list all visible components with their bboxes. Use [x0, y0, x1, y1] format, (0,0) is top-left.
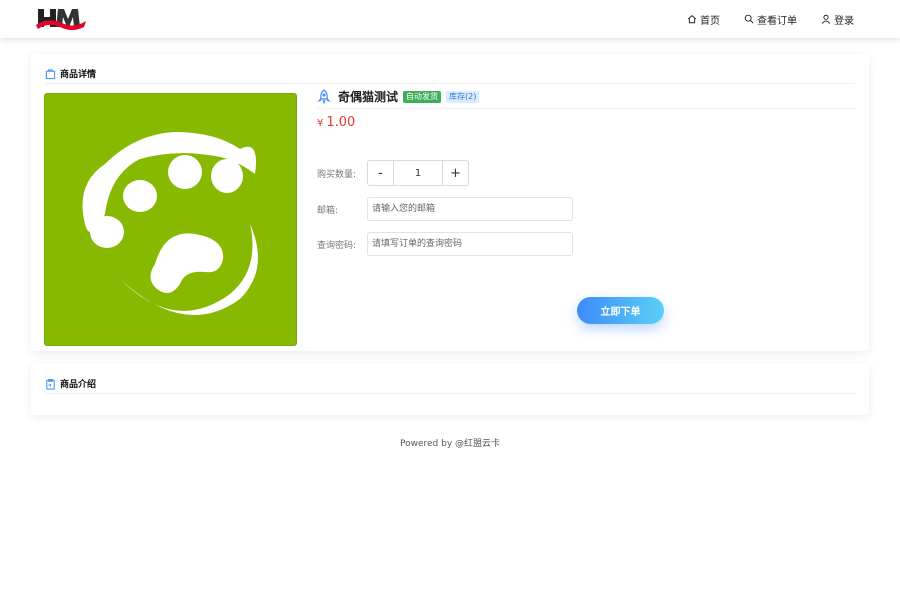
page-body: 商品详情 奇偶猫测试 自动发货 库存(2) ¥ 1.00 购买数量: - 1 +…	[0, 38, 900, 600]
product-price: ¥1.00	[317, 114, 857, 132]
clipboard-icon	[46, 378, 55, 390]
product-title-row: 奇偶猫测试 自动发货 库存(2)	[317, 87, 857, 109]
nav-orders[interactable]: 查看订单	[744, 12, 797, 27]
email-label: 邮箱:	[317, 205, 339, 216]
nav-home-label: 首页	[700, 15, 720, 27]
product-detail-card: 商品详情 奇偶猫测试 自动发货 库存(2) ¥ 1.00 购买数量: - 1 +…	[31, 54, 869, 351]
quantity-plus-button[interactable]: +	[442, 161, 468, 185]
paw-logo-icon	[82, 132, 258, 315]
nav-login[interactable]: 登录	[821, 12, 854, 27]
auto-delivery-badge: 自动发货	[403, 90, 442, 103]
product-info: 奇偶猫测试 自动发货 库存(2) ¥1.00 购买数量: - + 邮箱:	[317, 87, 857, 324]
detail-section-title: 商品详情	[60, 70, 97, 80]
buy-now-button[interactable]: 立即下单	[577, 297, 664, 324]
nav-orders-label: 查看订单	[757, 15, 797, 27]
logo[interactable]	[36, 5, 86, 33]
currency-symbol: ¥	[317, 118, 324, 129]
quantity-stepper: - +	[367, 160, 469, 186]
home-icon	[687, 15, 697, 24]
quantity-input[interactable]	[394, 161, 442, 185]
intro-section-header: 商品介绍	[45, 374, 855, 394]
email-row: 邮箱:	[317, 197, 573, 221]
nav-home[interactable]: 首页	[687, 12, 720, 27]
nav-login-label: 登录	[834, 15, 854, 27]
top-header: 首页 查看订单 登录	[0, 0, 900, 38]
quantity-minus-button[interactable]: -	[368, 161, 394, 185]
quantity-label: 购买数量:	[317, 169, 357, 180]
detail-section-header: 商品详情	[45, 64, 855, 84]
email-field[interactable]	[367, 197, 573, 221]
bag-icon	[45, 68, 56, 79]
product-image	[44, 93, 297, 346]
quantity-row: 购买数量: - +	[317, 160, 469, 186]
search-icon	[744, 14, 754, 24]
top-nav: 首页 查看订单 登录	[687, 0, 854, 38]
password-label: 查询密码:	[317, 240, 357, 251]
rocket-icon	[317, 88, 331, 105]
password-row: 查询密码:	[317, 232, 573, 256]
product-intro-card: 商品介绍	[31, 364, 869, 415]
product-name: 奇偶猫测试	[338, 90, 399, 104]
query-password-field[interactable]	[367, 232, 573, 256]
footer-text: Powered by @红盟云卡	[399, 439, 501, 449]
stock-badge: 库存(2)	[446, 90, 480, 103]
price-value: 1.00	[326, 115, 356, 130]
intro-section-title: 商品介绍	[60, 380, 97, 390]
user-icon	[821, 14, 831, 24]
